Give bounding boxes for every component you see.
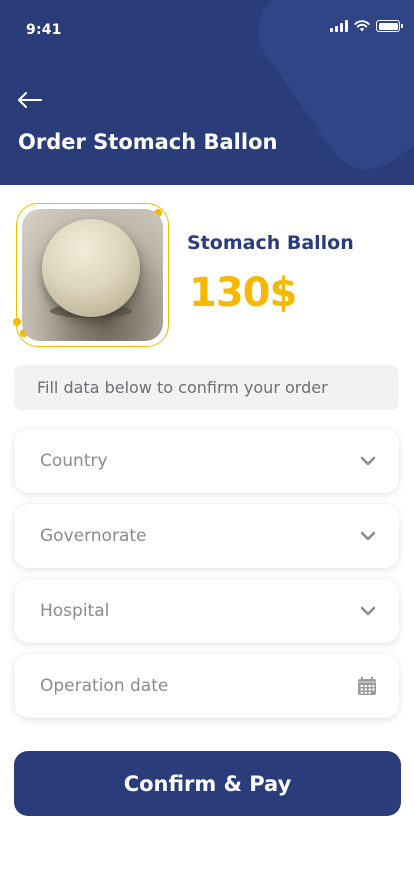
product-price: 130$ (189, 270, 297, 316)
governorate-select[interactable]: Governorate (14, 504, 399, 568)
signal-icon (330, 20, 348, 32)
country-select[interactable]: Country (14, 429, 399, 493)
operation-date-field[interactable]: Operation date (14, 654, 399, 718)
operation-date-placeholder: Operation date (40, 676, 169, 696)
status-icons (330, 20, 403, 32)
hospital-placeholder: Hospital (40, 601, 110, 621)
back-arrow-icon[interactable] (16, 86, 44, 114)
info-banner: Fill data below to confirm your order (14, 365, 399, 410)
app-header: 9:41 Order Stomach Ballon (0, 0, 414, 185)
chevron-down-icon (360, 531, 376, 541)
product-image (22, 209, 163, 341)
frame-dot (13, 318, 21, 326)
confirm-pay-button[interactable]: Confirm & Pay (14, 751, 401, 816)
governorate-placeholder: Governorate (40, 526, 147, 546)
status-time: 9:41 (26, 22, 62, 38)
calendar-icon (358, 677, 376, 695)
info-text: Fill data below to confirm your order (37, 378, 328, 397)
chevron-down-icon (360, 456, 376, 466)
hospital-select[interactable]: Hospital (14, 579, 399, 643)
wifi-icon (354, 20, 370, 32)
country-placeholder: Country (40, 451, 108, 471)
battery-icon (376, 20, 403, 32)
chevron-down-icon (360, 606, 376, 616)
page-title: Order Stomach Ballon (18, 130, 278, 154)
product-name: Stomach Ballon (187, 232, 354, 254)
